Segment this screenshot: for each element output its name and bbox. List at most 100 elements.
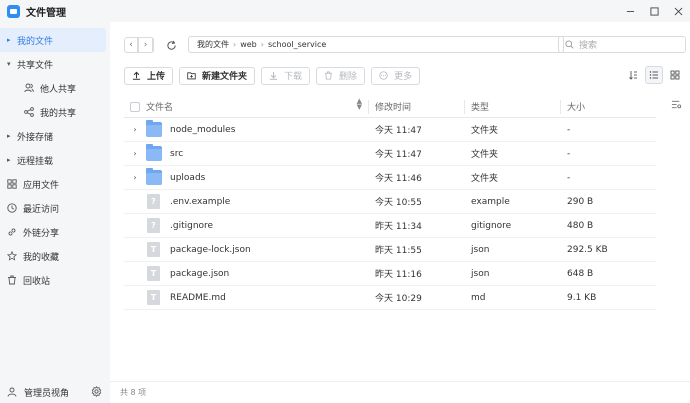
file-size: 292.5 KB xyxy=(567,244,608,255)
caret-down-icon: ▾ xyxy=(7,60,11,68)
table-row[interactable]: ? .gitignore 昨天 11:34 gitignore 480 B xyxy=(124,214,656,238)
sidebar-item-link-shares[interactable]: 外链分享 xyxy=(0,220,110,244)
more-button[interactable]: 更多 xyxy=(371,66,421,85)
sidebar-item-recent[interactable]: 最近访问 xyxy=(0,196,110,220)
file-size: 9.1 KB xyxy=(567,292,597,303)
caret-right-icon: ▸ xyxy=(7,132,11,140)
column-settings-icon xyxy=(671,100,682,109)
sidebar-item-app-files[interactable]: 应用文件 xyxy=(0,172,110,196)
column-settings-button[interactable] xyxy=(671,99,682,110)
file-type: 文件夹 xyxy=(471,174,499,184)
main-panel: ‹ › 我的文件 › web › school_service 搜索 上传 新建… xyxy=(110,22,690,403)
select-all-cell xyxy=(124,101,146,112)
file-name: package-lock.json xyxy=(170,244,251,255)
back-button[interactable]: ‹ xyxy=(125,38,139,52)
status-bar: 共 8 项 xyxy=(110,381,690,403)
sidebar-item-shared-files[interactable]: ▾ 共享文件 xyxy=(0,52,110,76)
sidebar-item-label: 我的文件 xyxy=(17,36,54,47)
table-header: 文件名 ▲ ▼ 修改时间 类型 大小 xyxy=(124,96,656,118)
forward-button[interactable]: › xyxy=(139,38,153,52)
window-title: 文件管理 xyxy=(26,7,66,19)
breadcrumb-item[interactable]: 我的文件 xyxy=(197,39,229,50)
file-name: uploads xyxy=(170,172,206,183)
file-modified: 今天 10:29 xyxy=(375,294,422,304)
sort-button[interactable] xyxy=(624,66,642,84)
header-size[interactable]: 大小 xyxy=(560,99,656,114)
toolbar: 上传 新建文件夹 下载 删除 更多 xyxy=(124,66,426,85)
folder-icon xyxy=(146,120,162,137)
sidebar-item-label: 外链分享 xyxy=(23,228,60,239)
file-name: package.json xyxy=(170,268,230,279)
file-type: example xyxy=(471,196,510,207)
download-button[interactable]: 下载 xyxy=(261,66,311,85)
download-label: 下载 xyxy=(284,72,303,82)
breadcrumb-item[interactable]: school_service xyxy=(268,40,326,49)
list-view-button[interactable] xyxy=(645,66,663,84)
sidebar-item-recycle-bin[interactable]: 回收站 xyxy=(0,268,110,292)
close-button[interactable] xyxy=(666,0,690,22)
minimize-button[interactable] xyxy=(618,0,642,22)
sidebar-item-label: 他人共享 xyxy=(40,84,77,95)
folder-icon xyxy=(146,144,162,161)
sidebar-item-remote-mount[interactable]: ▸ 远程挂载 xyxy=(0,148,110,172)
file-size: 290 B xyxy=(567,196,594,207)
expand-toggle[interactable]: › xyxy=(124,149,146,158)
chevron-right-icon: › xyxy=(133,173,137,182)
upload-icon xyxy=(132,71,142,81)
sidebar-item-label: 远程挂载 xyxy=(17,156,54,167)
sidebar-item-my-files[interactable]: ▸ 我的文件 xyxy=(0,28,106,52)
expand-toggle[interactable]: › xyxy=(124,173,146,182)
upload-button[interactable]: 上传 xyxy=(124,66,174,85)
refresh-button[interactable] xyxy=(163,37,179,53)
close-icon xyxy=(674,7,682,15)
sidebar-item-my-shares[interactable]: 我的共享 xyxy=(0,100,110,124)
grid-view-button[interactable] xyxy=(666,66,684,84)
header-size-label: 大小 xyxy=(567,103,586,113)
sidebar-item-label: 应用文件 xyxy=(23,180,60,191)
view-switcher xyxy=(621,66,684,84)
trash-icon xyxy=(5,274,19,286)
file-type: md xyxy=(471,292,486,303)
table-row[interactable]: T README.md 今天 10:29 md 9.1 KB xyxy=(124,286,656,310)
text-file-icon: T xyxy=(147,266,160,281)
maximize-button[interactable] xyxy=(642,0,666,22)
table-row[interactable]: Tpackage-lock.json 昨天 11:55 json 292.5 K… xyxy=(124,238,656,262)
chevron-right-icon: › xyxy=(139,38,153,52)
file-table: 文件名 ▲ ▼ 修改时间 类型 大小 › node_modules 今天 11:4… xyxy=(124,96,656,310)
table-row[interactable]: › uploads 今天 11:46 文件夹 - xyxy=(124,166,656,190)
table-row[interactable]: › src 今天 11:47 文件夹 - xyxy=(124,142,656,166)
header-modified[interactable]: 修改时间 xyxy=(368,99,464,114)
settings-button[interactable] xyxy=(91,386,102,397)
expand-toggle[interactable]: › xyxy=(124,125,146,134)
admin-user-icon xyxy=(7,386,19,398)
table-row[interactable]: › node_modules 今天 11:47 文件夹 - xyxy=(124,118,656,142)
select-all-checkbox[interactable] xyxy=(130,101,140,112)
header-name[interactable]: 文件名 ▲ ▼ xyxy=(146,98,368,114)
gear-icon xyxy=(91,386,102,397)
sidebar-item-shared-with-me[interactable]: 他人共享 xyxy=(0,76,110,100)
text-file-icon: T xyxy=(147,290,160,305)
file-size: - xyxy=(567,172,571,183)
sort-icon xyxy=(629,71,637,80)
star-icon xyxy=(5,250,19,262)
refresh-icon xyxy=(166,40,176,50)
breadcrumb-separator-icon: › xyxy=(260,40,264,49)
new-folder-button[interactable]: 新建文件夹 xyxy=(179,66,256,85)
admin-view-toggle[interactable]: 管理员视角 xyxy=(0,381,110,403)
item-count: 共 8 项 xyxy=(120,388,147,397)
sidebar-item-favorites[interactable]: 我的收藏 xyxy=(0,244,110,268)
maximize-icon xyxy=(649,6,659,16)
table-row[interactable]: Tpackage.json 昨天 11:16 json 648 B xyxy=(124,262,656,286)
header-type[interactable]: 类型 xyxy=(464,99,560,114)
sidebar-item-label: 我的共享 xyxy=(40,108,77,119)
new-folder-label: 新建文件夹 xyxy=(202,72,248,82)
breadcrumb[interactable]: 我的文件 › web › school_service xyxy=(188,36,564,53)
breadcrumb-item[interactable]: web xyxy=(240,40,257,49)
new-folder-icon xyxy=(187,71,197,81)
delete-button[interactable]: 删除 xyxy=(316,66,366,85)
table-row[interactable]: ? .env.example 今天 10:55 example 290 B xyxy=(124,190,656,214)
search-input[interactable]: 搜索 xyxy=(558,36,686,53)
sidebar-item-external-storage[interactable]: ▸ 外接存储 xyxy=(0,124,110,148)
delete-label: 删除 xyxy=(339,72,358,82)
search-icon xyxy=(565,40,574,49)
